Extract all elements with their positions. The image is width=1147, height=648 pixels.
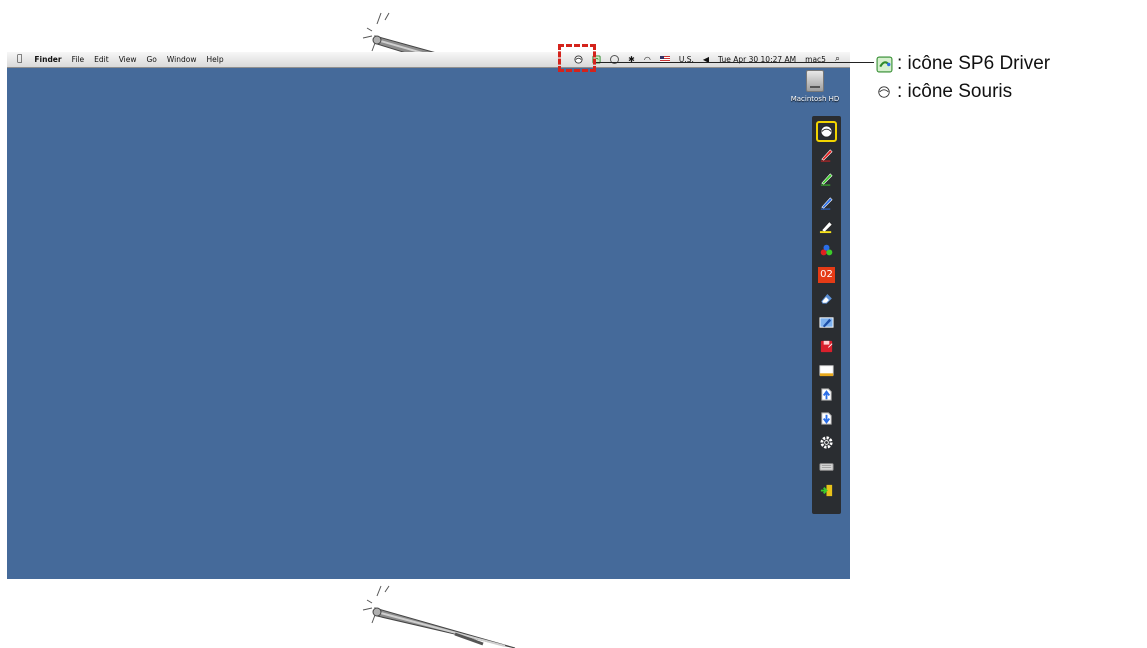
toolbar-save-button[interactable] [818, 338, 835, 355]
menu-go[interactable]: Go [147, 55, 157, 64]
sp6-toolbar: 02 [812, 116, 841, 514]
toolbar-green-pen-button[interactable] [818, 170, 835, 187]
settings-icon [820, 436, 833, 449]
page-counter-label: 02 [818, 266, 835, 283]
legend-sp6-driver-label: : icône SP6 Driver [897, 53, 1051, 74]
pen-bottom-illustration [362, 585, 516, 648]
mouse-icon [875, 83, 893, 101]
hard-drive-icon [806, 70, 824, 92]
legend-item-sp6-driver: : icône SP6 Driver [875, 50, 1050, 78]
toolbar-red-pen-button[interactable] [818, 146, 835, 163]
mouse-icon [820, 125, 833, 138]
toolbar-screen-capture-button[interactable] [818, 314, 835, 331]
eraser-icon [821, 294, 832, 304]
menu-finder[interactable]: Finder [34, 55, 61, 64]
menu-bar:  Finder File Edit View Go Window Help ✱… [7, 52, 850, 68]
menu-help[interactable]: Help [206, 55, 223, 64]
previous-page-icon [821, 388, 832, 401]
macintosh-hd-desktop-icon[interactable]: Macintosh HD [790, 70, 840, 103]
toolbar-next-page-button[interactable] [818, 410, 835, 427]
toolbar-color-palette-button[interactable] [818, 242, 835, 259]
blue-pen-icon [820, 197, 833, 210]
legend-item-mouse: : icône Souris [875, 78, 1050, 106]
callout-line [596, 62, 874, 63]
toolbar-settings-button[interactable] [818, 434, 835, 451]
green-pen-icon [820, 173, 833, 186]
toolbar-mouse-button[interactable] [816, 121, 837, 142]
tray-icons-highlight [558, 44, 596, 72]
next-page-icon [821, 412, 832, 425]
keyboard-icon [819, 463, 834, 471]
toolbar-eraser-button[interactable] [818, 290, 835, 307]
highlighter-icon [819, 221, 833, 234]
screen-capture-icon [819, 317, 834, 328]
toolbar-previous-page-button[interactable] [818, 386, 835, 403]
toolbar-exit-button[interactable] [818, 482, 835, 499]
menu-edit[interactable]: Edit [94, 55, 109, 64]
macintosh-hd-label: Macintosh HD [790, 95, 840, 103]
apple-menu-icon[interactable]:  [17, 54, 22, 64]
red-pen-icon [820, 149, 833, 162]
color-palette-icon [820, 244, 833, 256]
toolbar-blue-pen-button[interactable] [818, 194, 835, 211]
toolbar-page-counter[interactable]: 02 [818, 266, 835, 283]
toolbar-highlighter-button[interactable] [818, 218, 835, 235]
menu-view[interactable]: View [119, 55, 137, 64]
menu-file[interactable]: File [72, 55, 85, 64]
save-icon [820, 340, 833, 353]
whiteboard-icon [819, 365, 834, 377]
exit-icon [820, 484, 833, 497]
sp6-driver-icon [875, 55, 893, 73]
legend-mouse-label: : icône Souris [897, 81, 1013, 102]
menu-window[interactable]: Window [167, 55, 197, 64]
mac-desktop:  Finder File Edit View Go Window Help ✱… [7, 52, 850, 579]
toolbar-whiteboard-button[interactable] [818, 362, 835, 379]
legend: : icône SP6 Driver : icône Souris [875, 50, 1050, 106]
toolbar-keyboard-button[interactable] [818, 458, 835, 475]
